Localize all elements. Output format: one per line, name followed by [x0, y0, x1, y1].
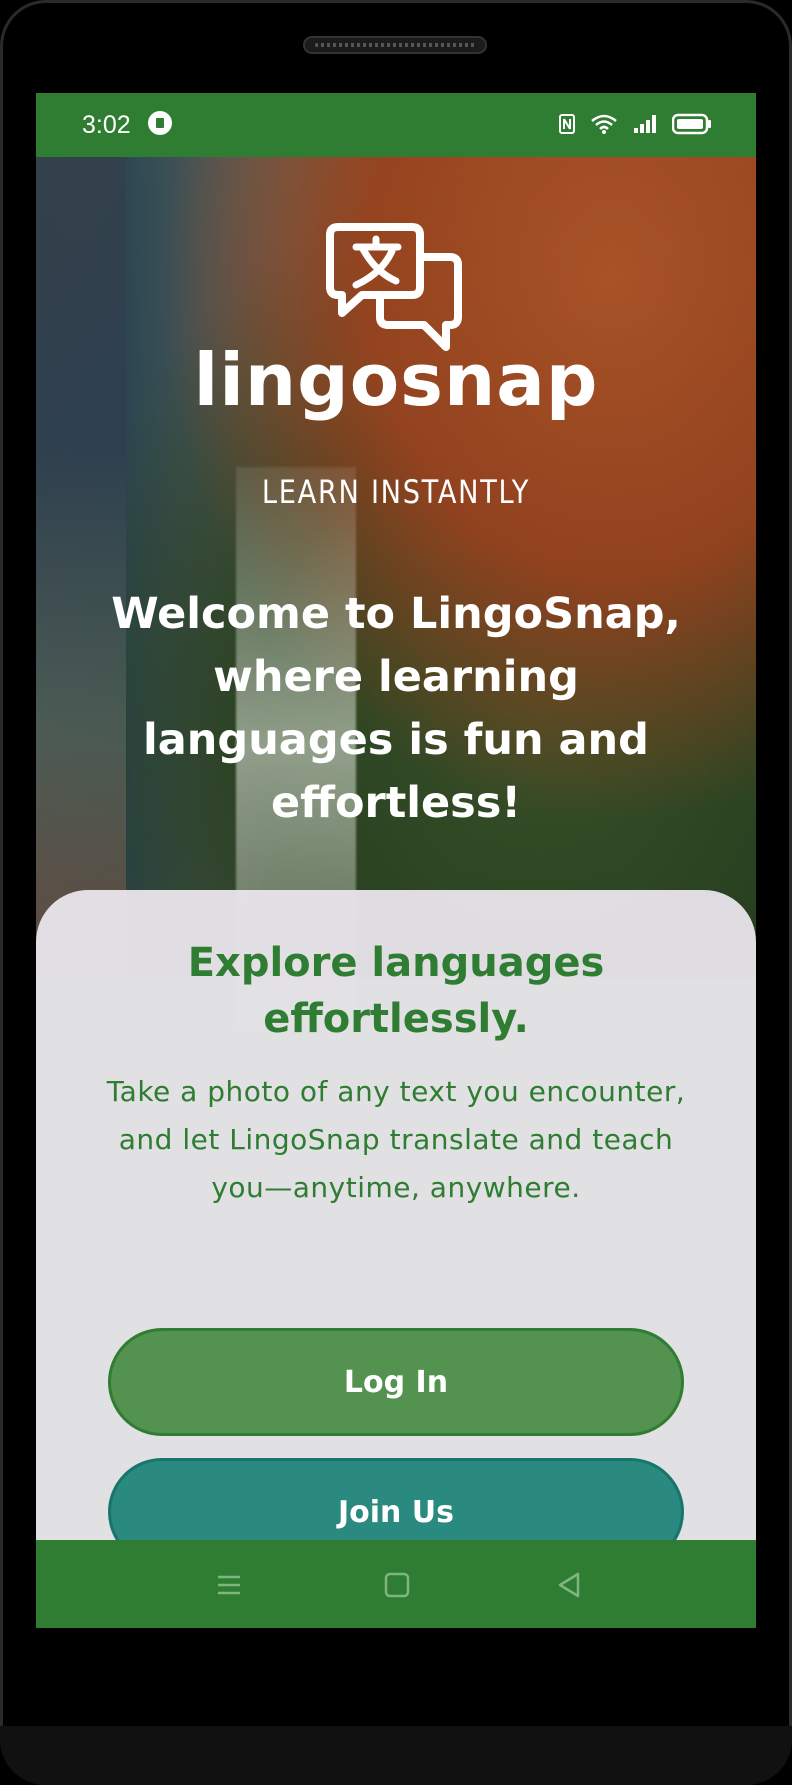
signal-icon — [632, 113, 658, 135]
welcome-card: Explore languages effortlessly. Take a p… — [36, 890, 756, 1566]
wifi-icon — [590, 113, 618, 135]
bottom-bezel — [0, 1726, 792, 1785]
welcome-heading: Welcome to LingoSnap, where learning lan… — [111, 589, 681, 828]
brand-tagline: LEARN INSTANTLY — [261, 473, 531, 511]
screen: 3:02 lingosnap LEARN INSTANTLY Welcome t… — [36, 93, 756, 1692]
hero-shade — [36, 157, 126, 977]
navigation-bar — [36, 1540, 756, 1628]
phone-frame: 3:02 lingosnap LEARN INSTANTLY Welcome t… — [0, 0, 792, 1785]
speaker-grill-holes — [315, 43, 475, 47]
card-title: Explore languages effortlessly. — [187, 940, 605, 1042]
card-description: Take a photo of any text you encounter, … — [106, 1075, 686, 1204]
lock-icon — [148, 111, 172, 135]
screen-bottom — [36, 1628, 756, 1692]
back-icon[interactable] — [552, 1568, 586, 1602]
status-bar: 3:02 — [36, 93, 756, 157]
speaker-grill — [303, 36, 487, 54]
home-icon[interactable] — [380, 1568, 414, 1602]
battery-icon — [672, 113, 712, 135]
status-icons — [558, 109, 712, 139]
speech-bubble-translate-icon — [326, 223, 462, 351]
nfc-icon — [558, 113, 576, 135]
menu-icon[interactable] — [212, 1568, 246, 1602]
login-button[interactable]: Log In — [108, 1328, 684, 1436]
brand-name: lingosnap — [193, 338, 599, 422]
status-time: 3:02 — [82, 111, 131, 139]
